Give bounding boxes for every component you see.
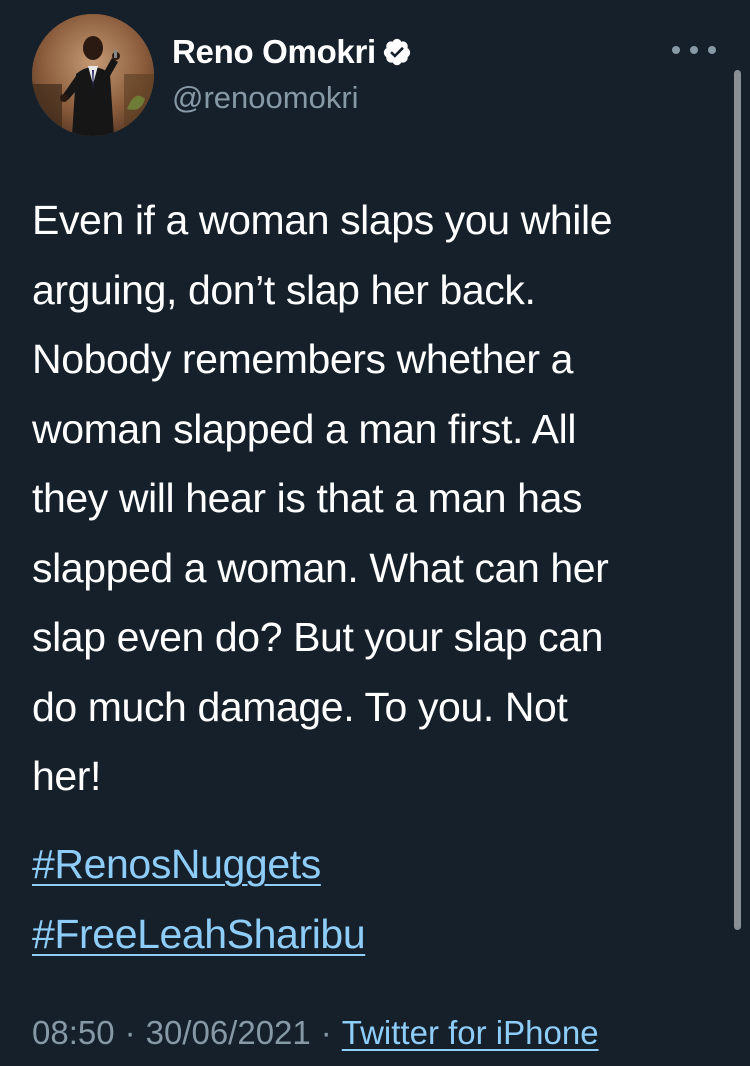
avatar-photo-icon	[32, 14, 154, 136]
author-handle[interactable]: @renoomokri	[172, 80, 359, 116]
verified-badge-icon	[382, 37, 412, 67]
tweet-text-line: woman slapped a man first. All	[32, 405, 577, 452]
tweet-text-line: her!	[32, 753, 102, 799]
tweet-text-line: slap even do? But your slap can	[32, 614, 604, 660]
author-name-row[interactable]: Reno Omokri	[172, 30, 412, 74]
tweet-source-link[interactable]: Twitter for iPhone	[342, 1014, 599, 1052]
tweet-text-line: arguing, don’t slap her back.	[32, 266, 536, 313]
author-avatar[interactable]	[32, 14, 154, 136]
author-display-name[interactable]: Reno Omokri	[172, 33, 376, 71]
hashtag-list: #RenosNuggets #FreeLeahSharibu	[32, 830, 366, 970]
meta-separator: ·	[320, 1014, 332, 1051]
tweet-text-line: Even if a woman slaps you while	[32, 197, 613, 243]
tweet-text-line: Nobody remembers whether a	[32, 336, 574, 382]
hashtag-link[interactable]: #FreeLeahSharibu	[32, 900, 366, 970]
tweet-text: Even if a woman slaps you while arguing,…	[32, 186, 722, 812]
scrollbar[interactable]	[734, 70, 741, 930]
tweet-text-line: do much damage. To you. Not	[32, 683, 568, 730]
tweet-date[interactable]: 30/06/2021	[146, 1014, 311, 1052]
more-dots-icon[interactable]	[672, 40, 716, 60]
tweet-time[interactable]: 08:50	[32, 1014, 115, 1052]
hashtag-link[interactable]: #RenosNuggets	[32, 830, 365, 900]
meta-separator: ·	[124, 1014, 136, 1051]
tweet: Reno Omokri @renoomokri Even if a woman …	[0, 0, 750, 1066]
tweet-meta: 08:50 · 30/06/2021 · Twitter for iPhone	[32, 1014, 599, 1052]
tweet-text-line: slapped a woman. What can her	[32, 544, 609, 591]
tweet-text-line: they will hear is that a man has	[32, 475, 583, 521]
